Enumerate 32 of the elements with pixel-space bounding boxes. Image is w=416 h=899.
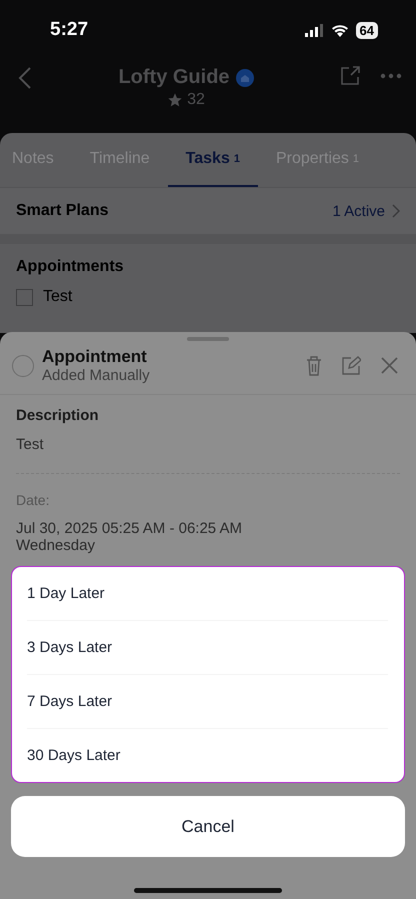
complete-toggle[interactable] (12, 354, 34, 376)
edit-icon[interactable] (342, 356, 361, 375)
home-badge-icon (236, 68, 254, 86)
description-label: Description (16, 407, 100, 424)
contact-name: Lofty Guide (118, 66, 230, 89)
sheet-title: Appointment (42, 347, 148, 367)
date-label: Date: (16, 492, 50, 508)
star-count: 32 (187, 91, 205, 109)
description-text: Test (16, 436, 45, 453)
menu-option[interactable]: 1 Day Later (27, 567, 388, 621)
date-range: Jul 30, 2025 05:25 AM - 06:25 AM (16, 520, 243, 537)
more-icon[interactable] (380, 73, 402, 79)
status-time: 5:27 (50, 19, 88, 41)
sheet-subtitle: Added Manually (42, 367, 151, 384)
weekday-text: Wednesday (16, 537, 96, 554)
task-label: Test (43, 288, 72, 306)
trash-icon[interactable] (306, 356, 322, 376)
menu-option[interactable]: 30 Days Later (27, 729, 388, 782)
chevron-right-icon (392, 204, 400, 218)
signal-icon (304, 24, 324, 36)
checkbox[interactable] (16, 288, 33, 306)
star-icon (167, 92, 184, 108)
back-icon[interactable] (18, 66, 32, 90)
close-icon[interactable] (381, 357, 398, 374)
battery-level: 64 (356, 22, 378, 38)
wifi-icon (330, 24, 349, 36)
menu-option[interactable]: 3 Days Later (27, 621, 388, 675)
menu-option[interactable]: 7 Days Later (27, 675, 388, 729)
share-icon[interactable] (340, 66, 360, 86)
cancel-button[interactable]: Cancel (11, 796, 405, 857)
grab-handle[interactable] (187, 337, 229, 341)
section-title: Appointments (16, 258, 125, 276)
